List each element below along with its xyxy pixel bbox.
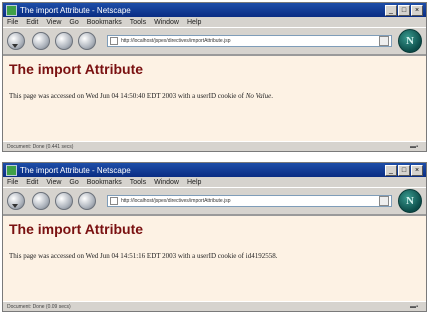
menu-tools[interactable]: Tools: [130, 19, 146, 26]
window-title: The import Attribute - Netscape: [20, 5, 131, 15]
back-icon[interactable]: [7, 32, 25, 50]
menu-view[interactable]: View: [46, 19, 61, 26]
url-text: http://localhost/jspex/directives/import…: [121, 198, 231, 204]
page-content: The import Attribute This page was acces…: [3, 55, 426, 141]
menu-edit[interactable]: Edit: [26, 179, 38, 186]
url-input[interactable]: http://localhost/jspex/directives/import…: [107, 195, 392, 207]
maximize-button[interactable]: □: [398, 164, 410, 176]
status-text: Document: Done (0.441 secs): [7, 143, 74, 150]
title-bar[interactable]: The import Attribute - Netscape _ □ ×: [3, 163, 426, 177]
menu-file[interactable]: File: [7, 179, 18, 186]
menu-view[interactable]: View: [46, 179, 61, 186]
menu-bookmarks[interactable]: Bookmarks: [87, 19, 122, 26]
menu-window[interactable]: Window: [154, 19, 179, 26]
menu-window[interactable]: Window: [154, 179, 179, 186]
menu-bar: File Edit View Go Bookmarks Tools Window…: [3, 17, 426, 27]
forward-icon[interactable]: [32, 192, 50, 210]
back-icon[interactable]: [7, 192, 25, 210]
navigation-toolbar: http://localhost/jspex/directives/import…: [3, 187, 426, 215]
page-icon: [110, 37, 118, 45]
forward-icon[interactable]: [32, 32, 50, 50]
access-message-text: This page was accessed on Wed Jun 04 14:…: [9, 92, 246, 100]
minimize-button[interactable]: _: [385, 4, 397, 16]
security-icon[interactable]: ▬▪: [410, 304, 420, 310]
cookie-value: No Value: [245, 92, 272, 100]
menu-go[interactable]: Go: [69, 179, 78, 186]
security-icon[interactable]: ▬▪: [410, 144, 420, 150]
cookie-value: id4192558: [245, 252, 276, 260]
access-message: This page was accessed on Wed Jun 04 14:…: [9, 92, 422, 100]
url-dropdown-button[interactable]: [379, 36, 389, 46]
access-message-end: .: [271, 92, 273, 100]
page-heading: The import Attribute: [9, 61, 144, 77]
browser-window-1: The import Attribute - Netscape _ □ × Fi…: [2, 2, 427, 152]
browser-window-2: The import Attribute - Netscape _ □ × Fi…: [2, 162, 427, 312]
close-button[interactable]: ×: [411, 4, 423, 16]
access-message-text: This page was accessed on Wed Jun 04 14:…: [9, 252, 246, 260]
close-button[interactable]: ×: [411, 164, 423, 176]
navigation-toolbar: http://localhost/jspex/directives/import…: [3, 27, 426, 55]
title-bar[interactable]: The import Attribute - Netscape _ □ ×: [3, 3, 426, 17]
netscape-logo-icon[interactable]: N: [398, 189, 422, 213]
netscape-app-icon: [6, 4, 17, 16]
menu-file[interactable]: File: [7, 19, 18, 26]
url-input[interactable]: http://localhost/jspex/directives/import…: [107, 35, 392, 47]
menu-tools[interactable]: Tools: [130, 179, 146, 186]
maximize-button[interactable]: □: [398, 4, 410, 16]
reload-icon[interactable]: [55, 192, 73, 210]
status-text: Document: Done (0.09 secs): [7, 303, 71, 310]
window-title: The import Attribute - Netscape: [20, 165, 131, 175]
status-bar: Document: Done (0.441 secs) ▬▪: [3, 141, 426, 151]
menu-help[interactable]: Help: [187, 19, 201, 26]
menu-bar: File Edit View Go Bookmarks Tools Window…: [3, 177, 426, 187]
menu-go[interactable]: Go: [69, 19, 78, 26]
url-dropdown-button[interactable]: [379, 196, 389, 206]
minimize-button[interactable]: _: [385, 164, 397, 176]
stop-icon[interactable]: [78, 192, 96, 210]
access-message-end: .: [275, 252, 278, 260]
status-bar: Document: Done (0.09 secs) ▬▪: [3, 301, 426, 311]
url-text: http://localhost/jspex/directives/import…: [121, 38, 231, 44]
page-content: The import Attribute This page was acces…: [3, 215, 426, 301]
netscape-app-icon: [6, 164, 17, 176]
reload-icon[interactable]: [55, 32, 73, 50]
page-heading: The import Attribute: [9, 221, 144, 237]
page-icon: [110, 197, 118, 205]
menu-help[interactable]: Help: [187, 179, 201, 186]
menu-bookmarks[interactable]: Bookmarks: [87, 179, 122, 186]
stop-icon[interactable]: [78, 32, 96, 50]
access-message: This page was accessed on Wed Jun 04 14:…: [9, 252, 422, 260]
menu-edit[interactable]: Edit: [26, 19, 38, 26]
netscape-logo-icon[interactable]: N: [398, 29, 422, 53]
